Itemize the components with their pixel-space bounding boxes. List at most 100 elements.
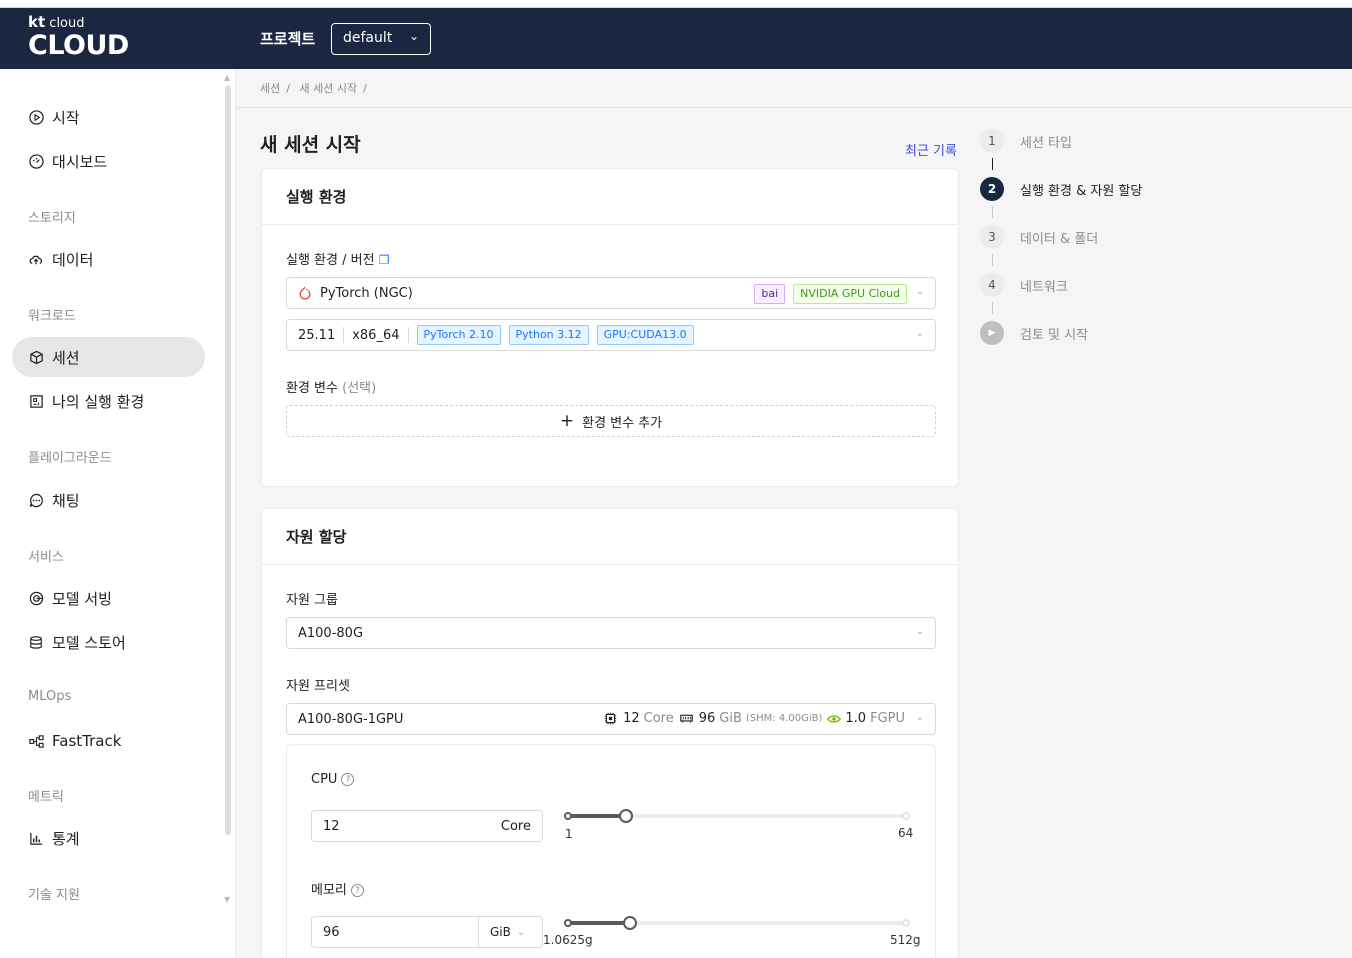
play-icon: ▶: [980, 321, 1004, 345]
environment-select[interactable]: PyTorch (NGC) bai NVIDIA GPU Cloud ⌄: [286, 277, 936, 309]
help-icon[interactable]: ?: [341, 773, 355, 786]
version-separator: [407, 327, 409, 343]
cpu-slider-max-label: 64: [898, 826, 914, 840]
tag-python-version: Python 3.12: [508, 325, 589, 345]
bar-chart-icon: [28, 830, 44, 846]
copy-icon[interactable]: ❐: [379, 253, 390, 267]
chevron-down-icon: ⌄: [516, 926, 526, 938]
cpu-input[interactable]: 12 Core: [311, 810, 543, 842]
preset-gpu-unit: FGPU: [870, 711, 905, 726]
sidebar-item-model-store[interactable]: 모델 스토어: [12, 622, 205, 662]
resource-card: 자원 할당 자원 그룹 A100-80G ⌄ 자원 프리셋 A100-80G-1…: [261, 508, 959, 958]
preset-mem-value: 96: [698, 711, 716, 726]
cpu-input-unit: Core: [500, 819, 531, 834]
pytorch-icon: [298, 286, 312, 301]
resource-card-title: 자원 할당: [286, 528, 347, 546]
sidebar-item-dashboard[interactable]: 대시보드: [12, 141, 205, 181]
scroll-up-arrow-icon[interactable]: ▲: [224, 73, 230, 82]
resource-preset-select[interactable]: A100-80G-1GPU 12 Core 96 GiB (SHM: 4.00G…: [286, 703, 936, 735]
step-label: 데이터 & 폴더: [1020, 231, 1099, 247]
logo-kt-text: kt: [28, 13, 46, 31]
memory-label: 메모리?: [311, 879, 364, 898]
project-select-value: default: [343, 30, 393, 46]
step-connector: [992, 158, 993, 170]
play-circle-icon: [28, 109, 44, 125]
memory-unit-value: GiB: [490, 925, 511, 939]
add-env-var-label: 환경 변수 추가: [582, 415, 663, 431]
cpu-label: CPU?: [311, 772, 355, 787]
version-select[interactable]: 25.11 x86_64 PyTorch 2.10 Python 3.12 GP…: [286, 319, 936, 351]
cube-icon: [28, 349, 44, 365]
cpu-slider-fill: [567, 814, 627, 818]
memory-slider-min-label: 1.0625g: [543, 933, 593, 947]
sidebar-item-statistics[interactable]: 통계: [12, 818, 205, 858]
tag-nvidia-gpu-cloud: NVIDIA GPU Cloud: [793, 284, 907, 304]
sidebar-item-model-serving[interactable]: 모델 서빙: [12, 578, 205, 618]
resource-group-select[interactable]: A100-80G ⌄: [286, 617, 936, 649]
cloud-upload-icon: [28, 251, 44, 267]
env-var-label: 환경 변수 (선택): [286, 377, 376, 396]
step-network[interactable]: 4 네트워크: [980, 273, 1068, 297]
step-number: 4: [980, 273, 1004, 297]
breadcrumb-separator: /: [286, 82, 290, 95]
memory-slider-min-dot: [564, 919, 572, 927]
tag-pytorch-version: PyTorch 2.10: [416, 325, 501, 345]
project-label: 프로젝트: [260, 30, 316, 48]
step-label: 네트워크: [1020, 279, 1068, 295]
memory-unit-select[interactable]: GiB ⌄: [478, 917, 542, 947]
sidebar-group-workload: 워크로드: [28, 309, 76, 324]
recent-history-link[interactable]: 최근 기록: [905, 140, 957, 159]
sidebar-item-start[interactable]: 시작: [12, 97, 205, 137]
environment-version-label-text: 실행 환경 / 버전: [286, 253, 375, 268]
help-icon[interactable]: ?: [350, 884, 364, 897]
memory-slider-fill: [567, 921, 631, 925]
sidebar-item-label: 통계: [52, 829, 80, 848]
scroll-down-arrow-icon[interactable]: ▼: [224, 895, 230, 904]
breadcrumb-item-new-session: 새 세션 시작: [299, 82, 358, 95]
logo-cloud-big-text: CLOUD: [28, 30, 129, 61]
model-serving-icon: [28, 590, 44, 606]
chevron-down-icon: ⌄: [915, 286, 924, 297]
kt-cloud-logo[interactable]: kt cloud CLOUD: [28, 15, 129, 61]
chevron-down-icon: ⌄: [915, 626, 924, 637]
breadcrumb-separator: /: [363, 82, 367, 95]
arch-value: x86_64: [352, 327, 400, 343]
sidebar-item-data[interactable]: 데이터: [12, 239, 205, 279]
sidebar-item-label: 채팅: [52, 491, 80, 510]
step-session-type[interactable]: 1 세션 타입: [980, 129, 1072, 153]
browser-top-edge: [0, 0, 1352, 8]
sidebar-item-fasttrack[interactable]: FastTrack: [12, 721, 205, 761]
sidebar-item-label: 모델 서빙: [52, 589, 112, 608]
memory-slider-max-label: 512g: [890, 933, 921, 947]
sidebar-item-chat[interactable]: 채팅: [12, 480, 205, 520]
project-select[interactable]: default ⌄: [331, 23, 431, 55]
resource-detail-card: CPU? 12 Core 1 64 메모리? 96 GiB ⌄ 1.0625g …: [286, 744, 936, 958]
step-number: 2: [980, 177, 1004, 201]
cpu-label-text: CPU: [311, 772, 338, 787]
tag-bai: bai: [754, 284, 786, 304]
step-label: 실행 환경 & 자원 할당: [1020, 183, 1143, 199]
step-environment-resource[interactable]: 2 실행 환경 & 자원 할당: [980, 177, 1142, 201]
sidebar-item-label: 나의 실행 환경: [52, 392, 145, 411]
card-divider: [262, 224, 958, 225]
cpu-slider-handle[interactable]: [619, 809, 634, 823]
memory-slider-handle[interactable]: [623, 916, 638, 930]
cpu-slider-min-label: 1: [565, 827, 573, 841]
sidebar-item-label: 대시보드: [52, 152, 108, 171]
step-review-start[interactable]: ▶ 검토 및 시작: [980, 321, 1088, 345]
sidebar-group-storage: 스토리지: [28, 211, 76, 226]
sidebar-item-my-environment[interactable]: 나의 실행 환경: [12, 381, 205, 421]
add-env-var-button[interactable]: + 환경 변수 추가: [286, 405, 936, 437]
sidebar-item-session[interactable]: 세션: [12, 337, 205, 377]
sidebar-scrollbar[interactable]: [225, 85, 231, 835]
breadcrumb-divider: [236, 107, 1352, 108]
resource-group-label: 자원 그룹: [286, 593, 338, 608]
nvidia-gpu-icon: [827, 714, 842, 724]
environment-card: 실행 환경 실행 환경 / 버전 ❐ PyTorch (NGC) bai NVID…: [261, 168, 959, 487]
memory-input[interactable]: 96 GiB ⌄: [311, 916, 543, 948]
breadcrumb-item-session[interactable]: 세션: [260, 82, 280, 95]
top-header: kt cloud CLOUD 프로젝트 default ⌄: [0, 8, 1352, 69]
cpu-input-value: 12: [323, 818, 340, 834]
step-data-folder[interactable]: 3 데이터 & 폴더: [980, 225, 1098, 249]
memory-icon: [679, 713, 693, 724]
